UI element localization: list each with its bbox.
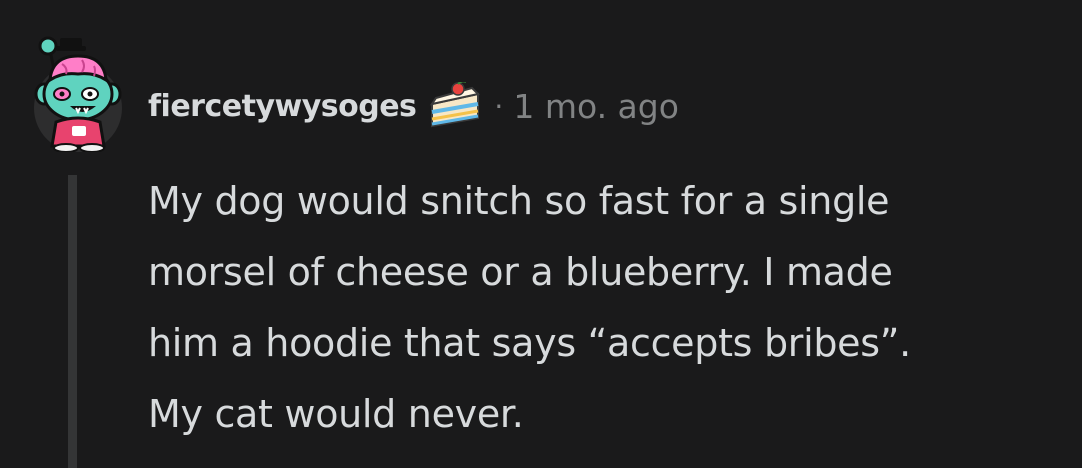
comment-timestamp[interactable]: 1 mo. ago xyxy=(513,87,679,126)
comment: fiercetywysoges · 1 mo. ago My dog would… xyxy=(0,0,1082,468)
separator-dot: · xyxy=(494,89,504,123)
comment-body-line: him a hoodie that says “accepts bribes”. xyxy=(148,321,911,365)
comment-header: fiercetywysoges · 1 mo. ago xyxy=(148,80,679,132)
user-avatar[interactable] xyxy=(32,28,124,152)
username-link[interactable]: fiercetywysoges xyxy=(148,89,417,124)
comment-body-line: morsel of cheese or a blueberry. I made xyxy=(148,250,893,294)
comment-body-line: My cat would never. xyxy=(148,392,524,436)
comment-body-line: My dog would snitch so fast for a single xyxy=(148,179,890,223)
cake-slice-icon xyxy=(428,82,484,130)
snoo-avatar-icon xyxy=(34,36,122,152)
thread-collapse-line[interactable] xyxy=(68,175,77,468)
comment-body: My dog would snitch so fast for a single… xyxy=(148,166,1058,450)
